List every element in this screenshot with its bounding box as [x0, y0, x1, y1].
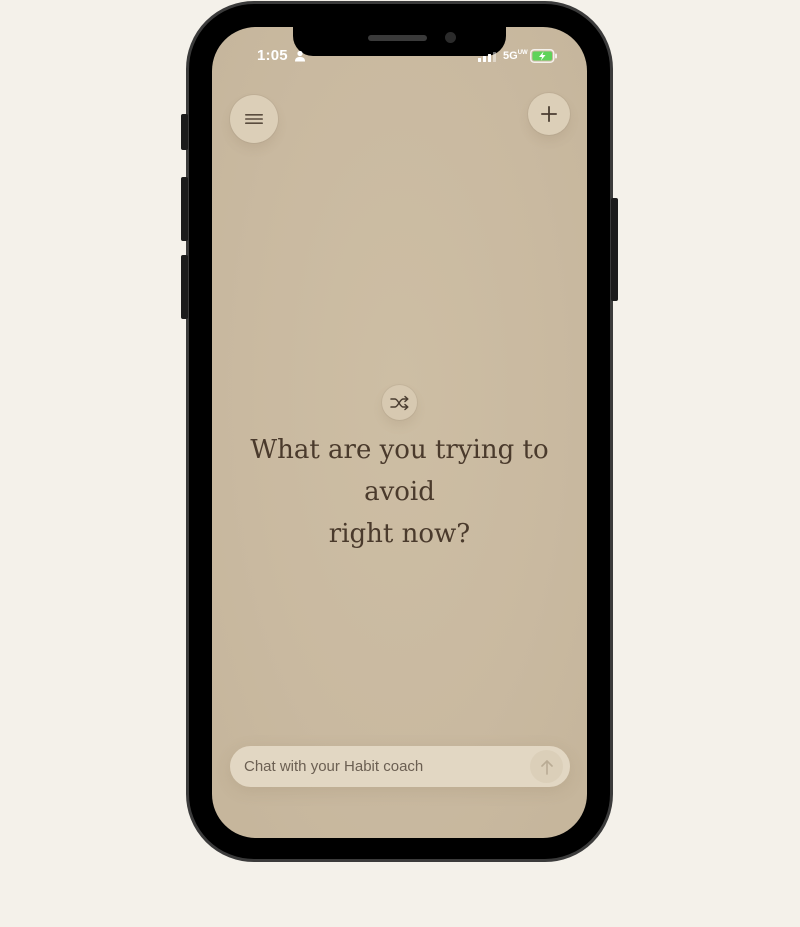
shuffle-icon [389, 395, 409, 410]
speaker-grille [368, 35, 427, 41]
shuffle-button[interactable] [382, 385, 417, 420]
front-camera [445, 32, 456, 43]
battery-charging-icon [530, 49, 557, 63]
prompt-line-1: What are you trying to avoid [250, 435, 549, 507]
network-indicator: 5GUW [503, 50, 528, 62]
power-button [611, 198, 618, 301]
person-icon [295, 50, 305, 62]
network-label: 5G [503, 50, 518, 62]
add-button[interactable] [528, 93, 570, 135]
notch [293, 27, 506, 56]
prompt-line-2: right now? [328, 519, 471, 549]
page: 1:05 5GUW What are you trying to avoid r… [0, 0, 800, 927]
menu-icon [245, 114, 263, 124]
volume-down-button [181, 255, 188, 319]
mute-switch [181, 114, 188, 150]
menu-button[interactable] [230, 95, 278, 143]
network-suffix: UW [517, 50, 528, 56]
signal-icon [478, 52, 496, 62]
arrow-up-icon [540, 759, 553, 775]
chat-input[interactable] [244, 746, 524, 787]
plus-icon [541, 106, 557, 122]
chat-bar [230, 746, 570, 787]
status-time: 1:05 [257, 47, 288, 64]
send-button[interactable] [530, 750, 563, 783]
volume-up-button [181, 177, 188, 241]
prompt-question: What are you trying to avoid right now? [232, 429, 567, 555]
phone-screen: 1:05 5GUW What are you trying to avoid r… [212, 27, 587, 838]
